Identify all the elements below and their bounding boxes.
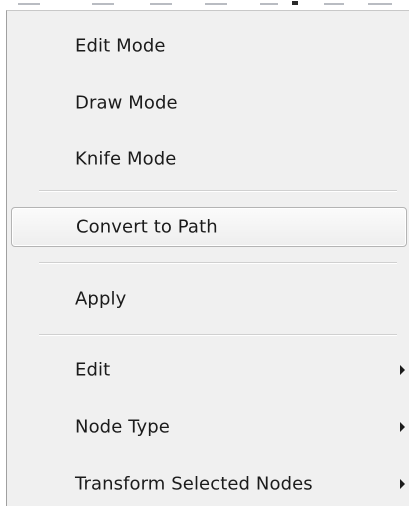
top-edge-dash	[324, 3, 344, 5]
menu-item-label: Node Type	[75, 416, 170, 438]
top-edge-dash	[150, 3, 172, 5]
top-edge-dash	[205, 3, 227, 5]
menu-item-label: Knife Mode	[75, 148, 177, 170]
context-menu: Edit Mode Draw Mode Knife Mode Convert t…	[6, 10, 409, 506]
submenu-arrow-icon	[400, 365, 405, 375]
submenu-arrow-icon	[400, 479, 405, 489]
menu-item-label: Transform Selected Nodes	[75, 473, 313, 495]
menu-item-edit[interactable]: Edit	[11, 351, 407, 389]
top-edge-dash	[292, 1, 298, 5]
menu-item-node-type[interactable]: Node Type	[11, 408, 407, 446]
top-edge-dash	[368, 3, 392, 5]
top-edge-dash	[92, 3, 114, 5]
menu-item-label: Convert to Path	[76, 216, 218, 238]
menu-item-draw-mode[interactable]: Draw Mode	[11, 84, 407, 122]
top-edge-dash	[18, 3, 40, 5]
menu-item-label: Edit Mode	[75, 35, 166, 57]
menu-item-convert-to-path[interactable]: Convert to Path	[11, 207, 407, 247]
menu-separator	[39, 334, 397, 336]
menu-item-edit-mode[interactable]: Edit Mode	[11, 27, 407, 65]
menu-item-knife-mode[interactable]: Knife Mode	[11, 140, 407, 178]
menu-item-apply[interactable]: Apply	[11, 280, 407, 318]
menu-separator	[39, 262, 397, 264]
menu-separator	[39, 190, 397, 192]
top-edge-strip	[0, 0, 409, 10]
menu-item-label: Apply	[75, 288, 127, 310]
submenu-arrow-icon	[400, 422, 405, 432]
menu-item-transform-selected-nodes[interactable]: Transform Selected Nodes	[11, 465, 407, 503]
menu-item-label: Draw Mode	[75, 92, 178, 114]
top-edge-dash	[260, 3, 278, 5]
menu-item-label: Edit	[75, 359, 111, 381]
